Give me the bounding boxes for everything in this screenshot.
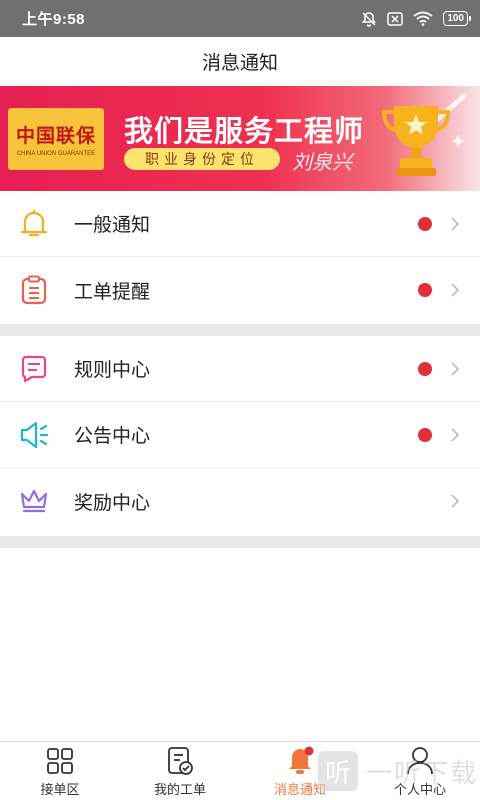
list-item-announcement-center[interactable]: 公告中心 (0, 402, 480, 468)
bell-filled-icon (285, 746, 315, 776)
tab-order-area[interactable]: 接单区 (0, 742, 120, 800)
notification-group-1: 一般通知 工单提醒 (0, 191, 480, 324)
brand-logo: 中国联保 CHINA UNION GUARANTEE (8, 108, 104, 170)
chevron-right-icon (450, 360, 462, 378)
tab-label: 接单区 (40, 782, 80, 797)
clipboard-icon (19, 275, 49, 305)
wifi-icon (413, 11, 433, 26)
bell-icon (19, 209, 49, 239)
unread-dot (418, 216, 432, 231)
battery-icon: 100 (443, 11, 471, 26)
empty-area (0, 548, 480, 741)
promo-banner[interactable]: 中国联保 CHINA UNION GUARANTEE 我们是服务工程师 职业身份… (0, 86, 480, 191)
status-bar: 上午9:58 100 (0, 0, 480, 37)
list-item-label: 公告中心 (74, 426, 151, 447)
message-square-icon (19, 354, 49, 384)
unread-dot (418, 427, 432, 442)
list-item-label: 奖励中心 (74, 492, 151, 514)
notification-group-2: 规则中心 公告中心 奖励中心 (0, 336, 480, 536)
watermark-logo: 听 (318, 751, 358, 791)
list-item-label: 工单提醒 (74, 281, 151, 303)
unread-dot (418, 283, 432, 297)
order-check-icon (165, 746, 195, 776)
crown-icon (19, 486, 49, 516)
list-item-order-reminder[interactable]: 工单提醒 (0, 257, 480, 323)
sim-x-icon (387, 11, 404, 26)
brand-logo-subtext: CHINA UNION GUARANTEE (16, 151, 96, 157)
chevron-right-icon (450, 426, 462, 444)
watermark-text: 一听下载 (366, 758, 479, 789)
section-divider (0, 536, 480, 548)
speaker-icon (19, 420, 49, 450)
bell-off-icon (361, 11, 377, 27)
tab-label: 我的工单 (153, 782, 206, 797)
banner-headline: 我们是服务工程师 (124, 114, 365, 148)
list-item-label: 规则中心 (74, 360, 151, 381)
list-item-label: 一般通知 (74, 215, 151, 236)
list-item-rewards-center[interactable]: 奖励中心 (0, 468, 480, 534)
tab-my-orders[interactable]: 我的工单 (120, 742, 240, 800)
section-divider (0, 324, 480, 336)
page-title: 消息通知 (201, 53, 278, 74)
brand-logo-text: 中国联保 (15, 125, 96, 147)
status-time: 上午9:58 (22, 11, 86, 28)
grid-icon (45, 746, 75, 776)
header: 消息通知 (0, 37, 480, 86)
list-item-rules-center[interactable]: 规则中心 (0, 336, 480, 402)
unread-dot (418, 361, 432, 376)
trophy-icon (372, 93, 468, 184)
status-icons: 100 (361, 11, 471, 27)
chevron-right-icon (450, 492, 462, 510)
banner-signature: 刘泉兴 (292, 150, 352, 174)
chevron-right-icon (450, 281, 462, 299)
watermark: 听 一听下载 (318, 742, 480, 800)
banner-subline: 职业身份定位 (124, 148, 280, 170)
list-item-general-notice[interactable]: 一般通知 (0, 191, 480, 257)
chevron-right-icon (450, 215, 462, 233)
